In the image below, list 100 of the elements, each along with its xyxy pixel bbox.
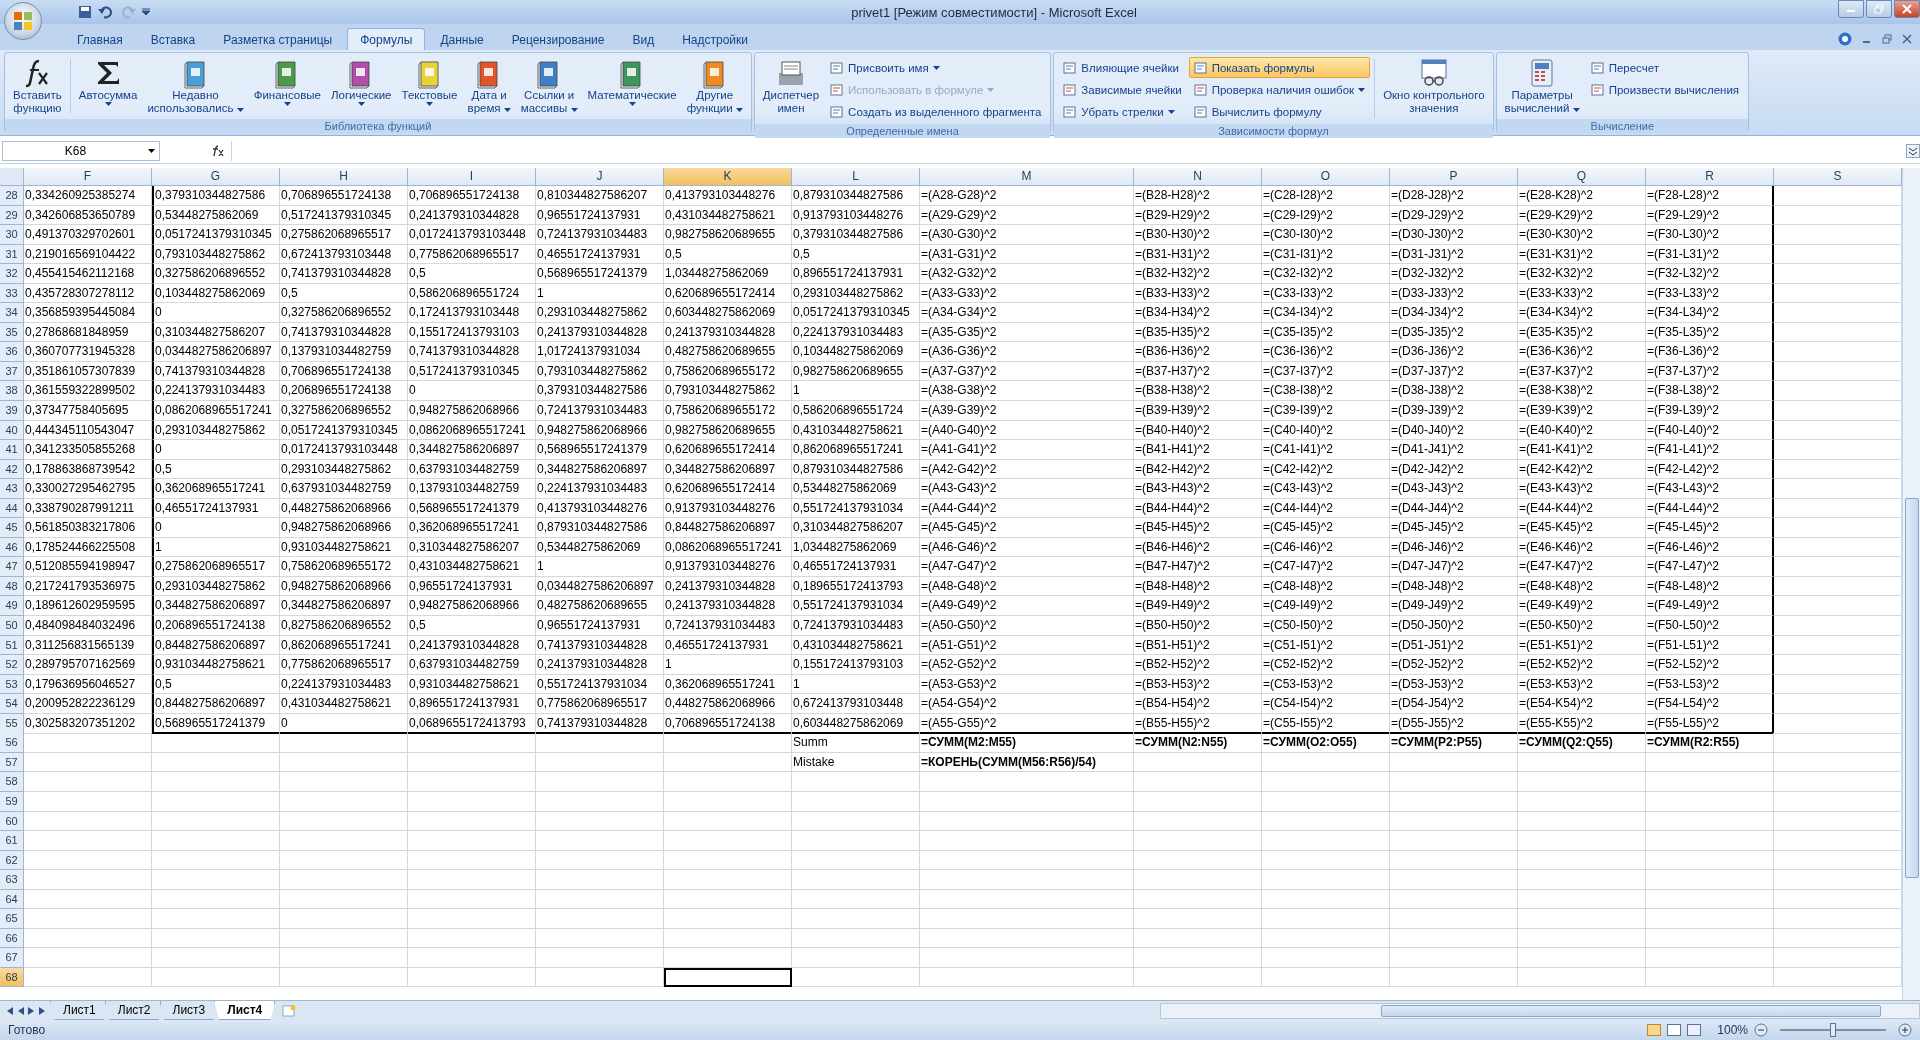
ribbon-button[interactable]: Зависимые ячейки <box>1058 79 1187 100</box>
row-header[interactable]: 67 <box>0 948 24 968</box>
ribbon-button[interactable]: Диспетчер имен <box>758 55 824 117</box>
column-header[interactable]: O <box>1262 168 1390 186</box>
sheet-tab[interactable]: Лист4 <box>214 1001 276 1020</box>
row-header[interactable]: 47 <box>0 557 24 577</box>
close-icon[interactable] <box>1902 34 1912 44</box>
ribbon-button[interactable]: Окно контрольного значения <box>1379 55 1489 117</box>
name-box[interactable]: K68 <box>2 140 160 161</box>
zoom-out-icon[interactable] <box>1754 1023 1768 1037</box>
column-header[interactable]: H <box>280 168 408 186</box>
office-button[interactable] <box>4 2 42 40</box>
ribbon-button[interactable]: Вычислить формулу <box>1188 101 1371 122</box>
row-header[interactable]: 32 <box>0 264 24 284</box>
vertical-scrollbar[interactable] <box>1902 168 1920 1000</box>
zoom-slider-thumb[interactable] <box>1830 1023 1836 1037</box>
ribbon-tab[interactable]: Формулы <box>347 28 426 50</box>
ribbon-button[interactable]: Пересчет <box>1585 57 1745 78</box>
ribbon-button[interactable]: Ссылки и массивы <box>516 55 582 117</box>
row-header[interactable]: 53 <box>0 674 24 695</box>
row-header[interactable]: 62 <box>0 850 24 871</box>
ribbon-button[interactable]: Проверка наличия ошибок <box>1188 79 1371 100</box>
row-header[interactable]: 59 <box>0 791 24 812</box>
column-header[interactable]: J <box>536 168 664 186</box>
ribbon-tab[interactable]: Главная <box>64 28 136 50</box>
row-header[interactable]: 48 <box>0 576 24 597</box>
row-header[interactable]: 65 <box>0 909 24 929</box>
ribbon-tab[interactable]: Вид <box>619 28 668 50</box>
restore-icon[interactable] <box>1882 34 1892 44</box>
ribbon-button[interactable]: Вставить функцию <box>9 55 66 117</box>
row-header[interactable]: 49 <box>0 596 24 617</box>
ribbon-button[interactable]: Присвоить имя <box>825 57 1047 78</box>
row-header[interactable]: 44 <box>0 498 24 519</box>
column-header[interactable]: Q <box>1518 168 1646 186</box>
row-header[interactable]: 68 <box>0 967 24 988</box>
row-header[interactable]: 34 <box>0 303 24 323</box>
restore-button[interactable] <box>1866 0 1892 18</box>
row-header[interactable]: 46 <box>0 537 24 558</box>
horizontal-scrollbar[interactable] <box>1160 1002 1920 1019</box>
row-header[interactable]: 54 <box>0 694 24 714</box>
column-header[interactable]: I <box>408 168 536 186</box>
row-header[interactable]: 66 <box>0 928 24 949</box>
undo-icon[interactable] <box>98 5 114 19</box>
zoom-in-icon[interactable] <box>1898 1023 1912 1037</box>
row-header[interactable]: 60 <box>0 811 24 832</box>
row-header[interactable]: 36 <box>0 342 24 362</box>
ribbon-tab[interactable]: Рецензирование <box>498 28 618 50</box>
ribbon-tab[interactable]: Данные <box>427 28 497 50</box>
row-header[interactable]: 33 <box>0 283 24 304</box>
close-button[interactable] <box>1894 0 1920 18</box>
help-icon[interactable] <box>1838 32 1852 46</box>
row-header[interactable]: 45 <box>0 518 24 538</box>
ribbon-button[interactable]: Дата и время <box>463 55 515 117</box>
row-header[interactable]: 40 <box>0 420 24 441</box>
row-header[interactable]: 28 <box>0 186 24 206</box>
row-header[interactable]: 63 <box>0 870 24 890</box>
row-header[interactable]: 56 <box>0 733 24 753</box>
row-header[interactable]: 64 <box>0 889 24 910</box>
row-header[interactable]: 37 <box>0 361 24 382</box>
ribbon-button[interactable]: Финансовые <box>249 55 325 108</box>
row-header[interactable]: 50 <box>0 616 24 636</box>
customize-caret-icon[interactable] <box>142 8 150 16</box>
row-header[interactable]: 29 <box>0 205 24 226</box>
ribbon-button[interactable]: Математические <box>583 55 681 108</box>
row-header[interactable]: 52 <box>0 655 24 675</box>
row-header[interactable]: 42 <box>0 459 24 480</box>
row-header[interactable]: 57 <box>0 752 24 773</box>
column-header[interactable]: S <box>1774 168 1902 186</box>
ribbon-button[interactable]: Влияющие ячейки <box>1058 57 1187 78</box>
ribbon-button[interactable]: Текстовые <box>397 55 462 108</box>
ribbon-button[interactable]: Убрать стрелки <box>1058 101 1187 122</box>
normal-view-icon[interactable] <box>1647 1024 1662 1036</box>
column-header[interactable]: M <box>920 168 1134 186</box>
ribbon-button[interactable]: Другие функции <box>682 55 747 117</box>
row-header[interactable]: 38 <box>0 381 24 401</box>
ribbon-button[interactable]: Создать из выделенного фрагмента <box>825 101 1047 122</box>
row-header[interactable]: 58 <box>0 772 24 792</box>
page-break-icon[interactable] <box>1687 1024 1702 1036</box>
minimize-button[interactable] <box>1838 0 1864 18</box>
row-header[interactable]: 43 <box>0 479 24 499</box>
column-header[interactable]: F <box>24 168 152 186</box>
column-header[interactable]: P <box>1390 168 1518 186</box>
row-header[interactable]: 61 <box>0 831 24 851</box>
page-layout-icon[interactable] <box>1667 1024 1682 1036</box>
function-icon[interactable] <box>211 144 225 157</box>
row-header[interactable]: 35 <box>0 322 24 343</box>
ribbon-button[interactable]: Произвести вычисления <box>1585 79 1745 100</box>
ribbon-button[interactable]: Параметры вычислений <box>1500 55 1584 117</box>
row-header[interactable]: 55 <box>0 713 24 734</box>
ribbon-button[interactable]: Автосумма <box>74 55 142 108</box>
column-header[interactable]: R <box>1646 168 1774 186</box>
ribbon-button[interactable]: Логические <box>326 55 396 108</box>
row-header[interactable]: 30 <box>0 225 24 245</box>
ribbon-button[interactable]: Показать формулы <box>1188 57 1371 78</box>
ribbon-tab[interactable]: Вставка <box>137 28 209 50</box>
column-header[interactable]: N <box>1134 168 1262 186</box>
save-icon[interactable] <box>78 5 92 19</box>
row-header[interactable]: 31 <box>0 244 24 265</box>
row-header[interactable]: 51 <box>0 635 24 656</box>
expand-icon[interactable] <box>1906 143 1920 158</box>
